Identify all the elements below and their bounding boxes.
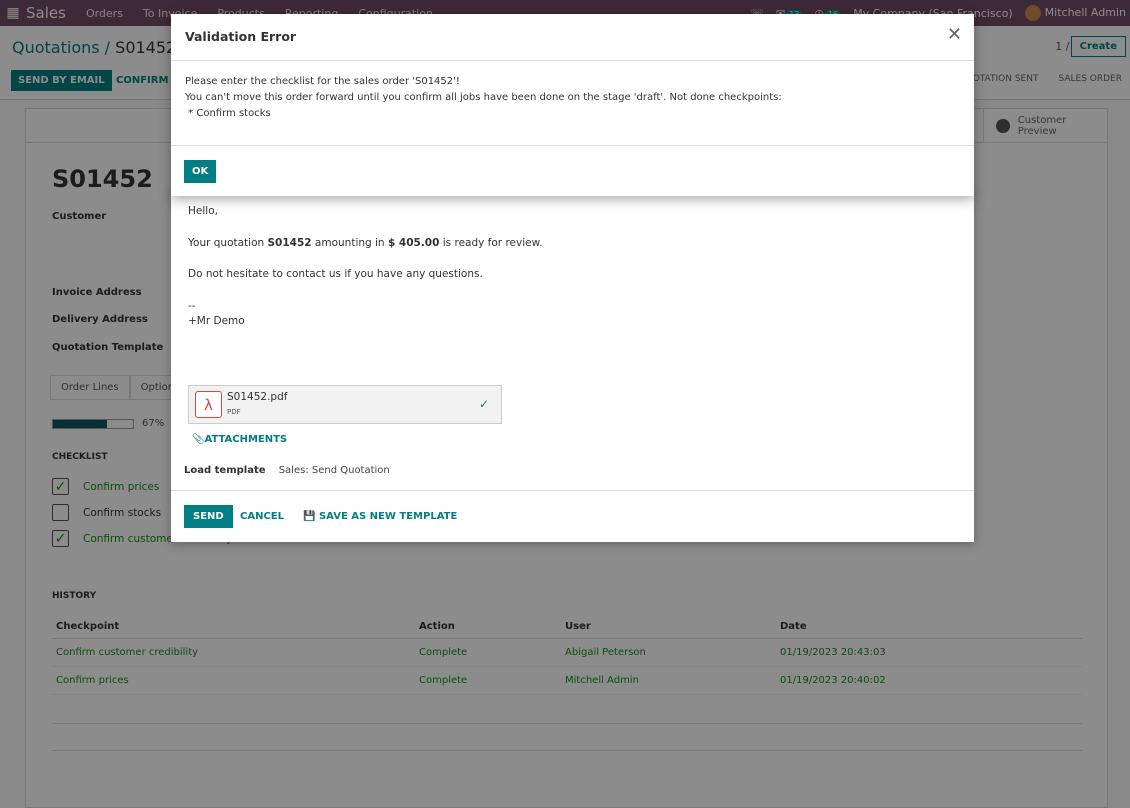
dialog-footer: OK [171, 145, 974, 196]
email-dialog-footer: SEND CANCEL 💾 SAVE AS NEW TEMPLATE [171, 490, 974, 542]
email-text: is ready for review. [439, 236, 543, 249]
attachments-button[interactable]: 📎ATTACHMENTS [192, 434, 287, 445]
validation-error-dialog: Validation Error ✕ Please enter the chec… [171, 14, 974, 196]
dialog-body: Please enter the checklist for the sales… [185, 74, 782, 122]
paperclip-icon: 📎 [192, 434, 205, 445]
dialog-header: Validation Error ✕ [171, 14, 974, 61]
error-message-line: * Confirm stocks [185, 108, 271, 119]
floppy-disk-icon: 💾 [303, 511, 316, 522]
cancel-button[interactable]: CANCEL [240, 511, 284, 522]
save-template-label: SAVE AS NEW TEMPLATE [318, 511, 458, 522]
error-message-line: Please enter the checklist for the sales… [185, 76, 460, 87]
email-text: amounting in [311, 236, 388, 249]
save-as-template-button[interactable]: 💾 SAVE AS NEW TEMPLATE [303, 511, 457, 522]
attachment-card[interactable]: λ S01452.pdf PDF ✓ [188, 385, 502, 424]
ok-button[interactable]: OK [184, 160, 217, 183]
attachments-label: ATTACHMENTS [204, 434, 288, 445]
email-greeting: Hello, [188, 205, 218, 217]
check-icon: ✓ [478, 397, 489, 411]
attachment-name: S01452.pdf [227, 391, 288, 403]
send-button[interactable]: SEND [184, 505, 233, 528]
error-message-line: You can't move this order forward until … [185, 92, 782, 103]
load-template-label: Load template [184, 465, 266, 476]
load-template-field: Load template Sales: Send Quotation [184, 465, 390, 476]
email-signature-dash: -- [188, 300, 196, 313]
email-amount: $ 405.00 [387, 236, 440, 249]
dialog-title: Validation Error [185, 29, 297, 44]
email-order-ref: S01452 [267, 236, 312, 249]
pdf-file-icon: λ [195, 391, 222, 418]
email-composer-dialog: Hello, Your quotation S01452 amounting i… [171, 190, 974, 542]
email-text: Your quotation [188, 236, 268, 249]
email-body[interactable]: Hello, Your quotation S01452 amounting i… [188, 204, 543, 328]
attachment-type: PDF [227, 408, 241, 416]
email-line-contact: Do not hesitate to contact us if you hav… [188, 268, 483, 281]
close-icon[interactable]: ✕ [947, 26, 962, 44]
email-line-quotation: Your quotation S01452 amounting in $ 405… [188, 236, 543, 251]
email-signature: +Mr Demo [188, 314, 245, 327]
load-template-select[interactable]: Sales: Send Quotation [279, 465, 390, 476]
